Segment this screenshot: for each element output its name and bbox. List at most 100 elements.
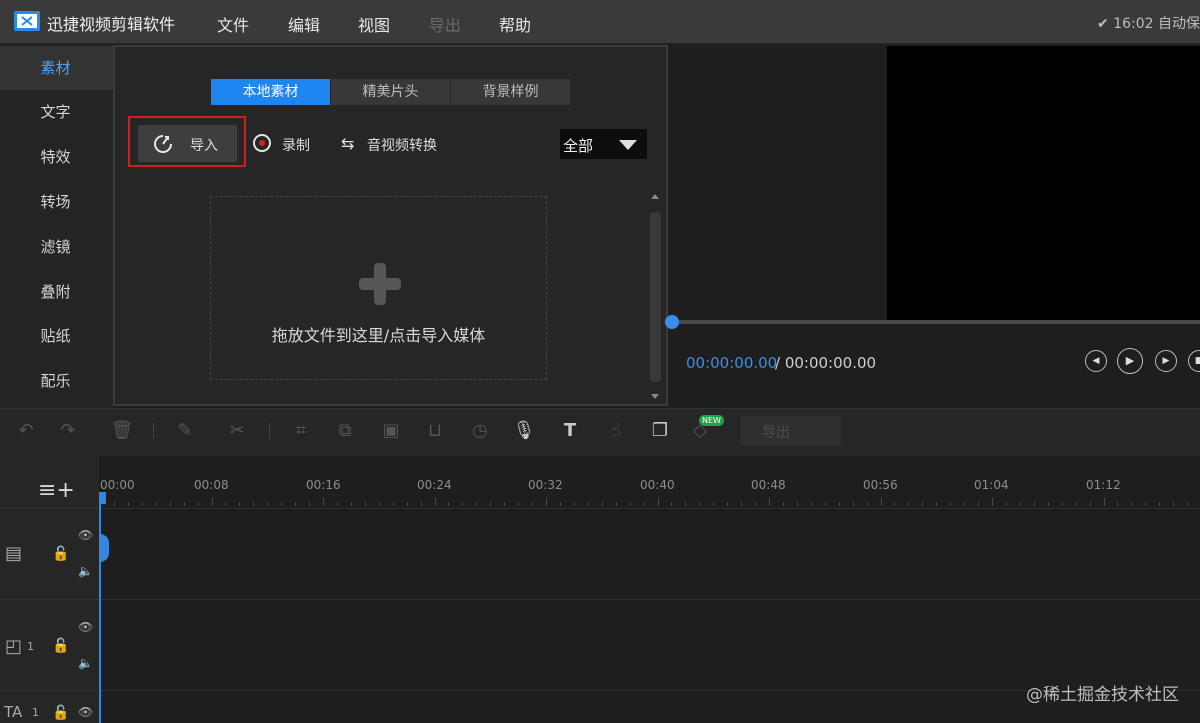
speaker-icon[interactable]: 🔈 <box>78 656 93 670</box>
ruler-label: 00:32 <box>528 478 563 492</box>
ruler-tick <box>392 502 394 506</box>
eye-icon[interactable]: 👁 <box>78 620 93 634</box>
sidebar-item-media[interactable]: 素材 <box>0 46 113 90</box>
voice-icon[interactable]: ☝ <box>604 419 628 443</box>
preview-progress-track[interactable] <box>672 320 1200 324</box>
scroll-down-icon[interactable] <box>651 394 659 399</box>
sidebar-item-music[interactable]: 配乐 <box>0 359 113 403</box>
ruler-tick <box>810 502 812 506</box>
export-label[interactable]: 导出 <box>762 422 790 442</box>
ruler-tick <box>824 502 826 506</box>
ruler-tick <box>267 502 269 506</box>
freeze-frame-icon[interactable]: ⊔ <box>423 419 447 443</box>
speaker-icon[interactable]: 🔈 <box>78 564 93 578</box>
ruler-tick <box>894 502 896 506</box>
tab-backgrounds[interactable]: 背景样例 <box>451 79 570 105</box>
ruler-tick <box>629 502 631 506</box>
ruler-divider <box>0 508 1200 509</box>
resize-icon[interactable]: ⧉ <box>333 419 357 443</box>
ruler-tick <box>1005 502 1007 506</box>
text-to-speech-icon[interactable]: T <box>558 419 582 443</box>
ruler-tick <box>1131 502 1133 506</box>
prev-frame-icon[interactable]: ◀ <box>1085 350 1107 372</box>
ruler-tick <box>755 502 757 506</box>
ruler-tick <box>615 502 617 506</box>
ruler-tick <box>643 502 645 506</box>
menu-export[interactable]: 导出 <box>429 12 461 36</box>
ruler-tick <box>546 498 547 506</box>
ruler-tick <box>476 502 478 506</box>
chevron-down-icon[interactable] <box>619 140 637 150</box>
convert-button[interactable]: 音视频转换 <box>367 135 437 155</box>
duration-icon[interactable]: ◷ <box>468 419 492 443</box>
sidebar-item-filters[interactable]: 滤镜 <box>0 225 113 269</box>
ruler-label: 00:56 <box>863 478 898 492</box>
ruler-label: 00:16 <box>306 478 341 492</box>
lock-icon[interactable]: 🔓 <box>52 638 69 654</box>
lock-icon[interactable]: 🔓 <box>52 546 69 562</box>
menu-help[interactable]: 帮助 <box>499 12 531 36</box>
delete-icon[interactable]: 🗑 <box>110 419 134 443</box>
add-track-icon[interactable]: ≡+ <box>38 478 75 503</box>
current-time: 00:00:00.00 <box>686 354 778 372</box>
preview-screen <box>887 46 1200 321</box>
sidebar-item-stickers[interactable]: 贴纸 <box>0 314 113 358</box>
redo-icon[interactable]: ↷ <box>56 419 80 443</box>
new-badge: NEW <box>699 415 724 426</box>
ruler-tick <box>1187 502 1189 506</box>
play-icon[interactable]: ▶ <box>1117 348 1143 374</box>
sidebar-item-effects[interactable]: 特效 <box>0 135 113 179</box>
scrollbar-thumb[interactable] <box>650 212 661 382</box>
sidebar-item-text[interactable]: 文字 <box>0 90 113 134</box>
next-frame-icon[interactable]: ▶ <box>1155 350 1177 372</box>
preview-progress-knob[interactable] <box>665 315 679 329</box>
ruler-tick <box>378 502 380 506</box>
ruler-tick <box>169 502 171 506</box>
ruler-tick <box>1047 502 1049 506</box>
undo-icon[interactable]: ↶ <box>14 419 38 443</box>
record-icon[interactable] <box>253 134 271 152</box>
record-button[interactable]: 录制 <box>282 135 310 155</box>
import-icon <box>154 135 172 153</box>
title-bar <box>0 0 1200 44</box>
overlay-track-icon: ◰ <box>5 636 23 657</box>
menu-view[interactable]: 视图 <box>358 12 390 36</box>
ruler-tick <box>1117 502 1119 506</box>
picture-in-picture-icon[interactable]: ❐ <box>648 419 672 443</box>
media-filter-value[interactable]: 全部 <box>563 135 593 156</box>
lock-icon[interactable]: 🔓 <box>52 705 69 721</box>
ruler-tick <box>127 502 129 506</box>
playhead-handle[interactable] <box>99 492 106 504</box>
microphone-icon[interactable]: 🎙 <box>512 419 536 443</box>
menu-edit[interactable]: 编辑 <box>288 12 320 36</box>
ruler-tick <box>490 502 492 506</box>
track-divider <box>0 599 1200 600</box>
ruler-tick <box>323 498 324 506</box>
mosaic-icon[interactable]: ▣ <box>379 419 403 443</box>
watermark: @稀土掘金技术社区 <box>1026 685 1179 705</box>
text-track-icon: TA <box>4 703 23 721</box>
eye-icon[interactable]: 👁 <box>78 705 93 719</box>
sidebar-item-overlays[interactable]: 叠附 <box>0 270 113 314</box>
ruler-tick <box>197 502 199 506</box>
cut-icon[interactable]: ✂ <box>225 419 249 443</box>
tab-local-media[interactable]: 本地素材 <box>211 79 330 105</box>
convert-icon[interactable]: ⇆ <box>341 134 354 153</box>
ruler-tick <box>685 502 687 506</box>
total-time: / 00:00:00.00 <box>775 354 877 372</box>
playhead[interactable] <box>99 492 101 723</box>
ruler-tick <box>211 498 213 506</box>
toolbar-divider <box>269 423 270 439</box>
eye-icon[interactable]: 👁 <box>78 528 93 542</box>
export-button[interactable] <box>741 416 841 445</box>
crop-icon[interactable]: ⌗ <box>289 419 313 443</box>
edit-icon[interactable]: ✎ <box>173 419 197 443</box>
scroll-up-icon[interactable] <box>651 194 659 199</box>
sidebar-item-transitions[interactable]: 转场 <box>0 180 113 224</box>
ruler-tick <box>1145 502 1147 506</box>
tab-intros[interactable]: 精美片头 <box>331 79 450 105</box>
ruler-label: 01:04 <box>974 478 1009 492</box>
ruler-tick <box>978 502 980 506</box>
menu-file[interactable]: 文件 <box>217 12 249 36</box>
import-label[interactable]: 导入 <box>190 135 218 155</box>
